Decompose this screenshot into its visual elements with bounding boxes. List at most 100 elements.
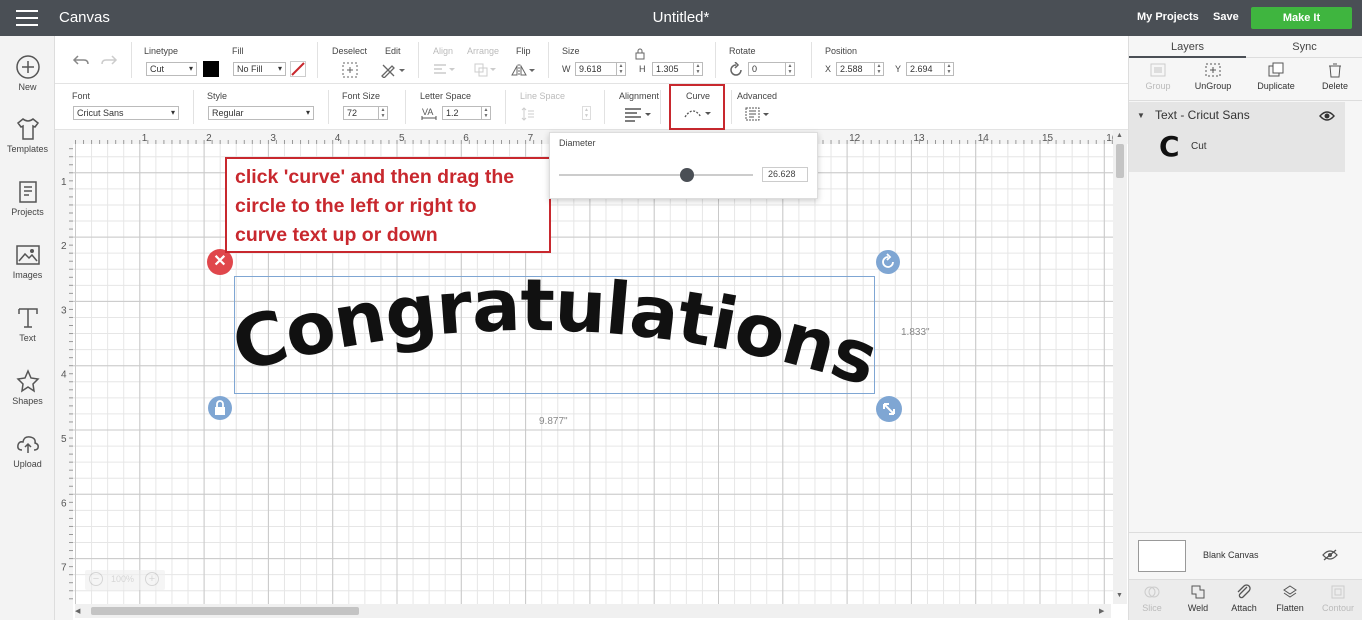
text-alignment-icon[interactable] <box>623 106 653 122</box>
group-button: Group <box>1129 62 1187 91</box>
flatten-button[interactable]: Flatten <box>1269 584 1311 613</box>
rotate-handle-icon[interactable] <box>876 250 900 274</box>
resize-handle-icon[interactable] <box>876 396 902 422</box>
advanced-icon[interactable] <box>745 106 771 122</box>
zoom-in-icon[interactable]: + <box>145 572 159 586</box>
ruler-top-label: 4 <box>335 133 341 144</box>
ruler-left-label: 3 <box>61 305 67 316</box>
annotation-line: click 'curve' and then drag the <box>235 166 515 188</box>
attach-button[interactable]: Attach <box>1223 584 1265 613</box>
ruler-left-label: 1 <box>61 177 67 188</box>
ruler-left-label: 6 <box>61 498 67 509</box>
my-projects-link[interactable]: My Projects <box>1137 11 1199 23</box>
hidden-eye-icon[interactable] <box>1322 549 1338 561</box>
curve-text-icon[interactable] <box>683 105 713 121</box>
vertical-scroll-thumb[interactable] <box>1116 144 1124 178</box>
sidebar-label: Projects <box>11 207 44 217</box>
align-icon <box>434 64 455 74</box>
duplicate-button[interactable]: Duplicate <box>1247 62 1305 91</box>
horizontal-scrollbar[interactable]: ◀ ▶ <box>75 604 1111 618</box>
flip-icon[interactable] <box>510 62 536 78</box>
ruler-top-label: 5 <box>399 133 405 144</box>
save-button[interactable]: Save <box>1213 11 1239 23</box>
sidebar-item-projects[interactable]: Projects <box>0 179 55 235</box>
line-space-label: Line Space <box>520 91 566 101</box>
layers-panel: Layers Sync Group UnGroup Duplicate Dele… <box>1128 36 1362 620</box>
sidebar-item-text[interactable]: Text <box>0 305 55 361</box>
left-sidebar: New Templates Projects Images Text Shape… <box>0 36 55 620</box>
hamburger-menu-icon[interactable] <box>16 10 38 26</box>
no-fill-swatch-icon[interactable] <box>290 61 306 77</box>
curved-text[interactable]: Congratulations!!!! <box>225 260 905 420</box>
font-size-input[interactable]: 72 <box>343 106 379 120</box>
rotate-input[interactable]: 0 <box>748 62 786 76</box>
position-y-stepper[interactable]: ▲ ▼ <box>945 62 954 76</box>
linetype-label: Linetype <box>144 46 179 56</box>
font-label: Font <box>72 91 91 101</box>
sidebar-item-templates[interactable]: Templates <box>0 116 55 172</box>
sidebar-label: Shapes <box>12 396 43 406</box>
height-input[interactable]: 1.305 <box>652 62 694 76</box>
lock-handle-icon[interactable] <box>208 396 232 420</box>
annotation-line: circle to the left or right to <box>235 195 477 217</box>
sidebar-item-new[interactable]: New <box>0 54 55 110</box>
font-size-stepper[interactable]: ▲ ▼ <box>379 106 388 120</box>
annotation-line: curve text up or down <box>235 224 438 246</box>
fill-select[interactable]: No Fill <box>233 62 286 76</box>
lock-icon[interactable] <box>635 48 645 60</box>
tab-sync[interactable]: Sync <box>1246 36 1362 58</box>
letter-space-stepper[interactable]: ▲ ▼ <box>482 106 491 120</box>
height-dimension: 1.833" <box>901 327 930 338</box>
ruler-top-label: 12 <box>849 133 861 144</box>
style-select[interactable]: Regular <box>208 106 314 120</box>
slice-button: Slice <box>1131 584 1173 613</box>
image-icon <box>15 245 40 265</box>
undo-icon[interactable] <box>72 54 90 68</box>
sidebar-item-shapes[interactable]: Shapes <box>0 368 55 424</box>
redo-icon[interactable] <box>100 54 118 68</box>
width-input[interactable]: 9.618 <box>575 62 617 76</box>
linetype-color-swatch[interactable] <box>203 61 219 77</box>
delete-button[interactable]: Delete <box>1306 62 1362 91</box>
zoom-out-icon[interactable]: − <box>89 572 103 586</box>
position-y-input[interactable]: 2.694 <box>906 62 945 76</box>
diameter-slider-knob[interactable] <box>680 168 695 182</box>
edit-label: Edit <box>385 46 401 56</box>
ungroup-button[interactable]: UnGroup <box>1184 62 1242 91</box>
letter-space-input[interactable]: 1.2 <box>442 106 482 120</box>
vertical-scrollbar[interactable]: ▲ ▼ <box>1113 130 1127 604</box>
ruler-left-label: 7 <box>61 563 67 574</box>
weld-button[interactable]: Weld <box>1177 584 1219 613</box>
position-x-stepper[interactable]: ▲ ▼ <box>875 62 884 76</box>
edit-tools-icon[interactable] <box>380 62 406 78</box>
font-select[interactable]: Cricut Sans <box>73 106 179 120</box>
sidebar-label: Text <box>19 333 36 343</box>
arrange-icon <box>474 63 496 77</box>
rotate-label: Rotate <box>729 46 756 56</box>
design-canvas[interactable]: 123456789101112131415161234567 Congratul… <box>55 130 1128 620</box>
app-name: Canvas <box>59 9 110 26</box>
linetype-select[interactable]: Cut <box>146 62 197 76</box>
height-stepper[interactable]: ▲ ▼ <box>694 62 703 76</box>
horizontal-scroll-thumb[interactable] <box>91 607 359 615</box>
deselect-icon[interactable] <box>342 62 358 78</box>
position-x-input[interactable]: 2.588 <box>836 62 875 76</box>
instruction-annotation: click 'curve' and then drag the circle t… <box>225 157 551 253</box>
eye-icon[interactable] <box>1319 110 1335 122</box>
layer-group-text[interactable]: ▼ Text - Cricut Sans C Cut <box>1129 102 1345 172</box>
make-it-button[interactable]: Make It <box>1251 7 1352 29</box>
ruler-left-label: 5 <box>61 434 67 445</box>
sidebar-item-upload[interactable]: Upload <box>0 431 55 487</box>
tab-layers[interactable]: Layers <box>1129 36 1246 58</box>
width-stepper[interactable]: ▲ ▼ <box>617 62 626 76</box>
diameter-slider-track[interactable] <box>559 174 753 176</box>
sidebar-item-images[interactable]: Images <box>0 242 55 298</box>
style-label: Style <box>207 91 228 101</box>
blank-canvas-thumbnail[interactable] <box>1138 540 1186 572</box>
top-bar: Canvas Untitled* My Projects Save Make I… <box>0 0 1362 36</box>
collapse-arrow-icon[interactable]: ▼ <box>1137 111 1145 120</box>
shapes-icon <box>15 369 40 393</box>
ruler-top-label: 7 <box>528 133 534 144</box>
diameter-input[interactable]: 26.628 <box>762 167 808 182</box>
rotate-stepper[interactable]: ▲ ▼ <box>786 62 795 76</box>
